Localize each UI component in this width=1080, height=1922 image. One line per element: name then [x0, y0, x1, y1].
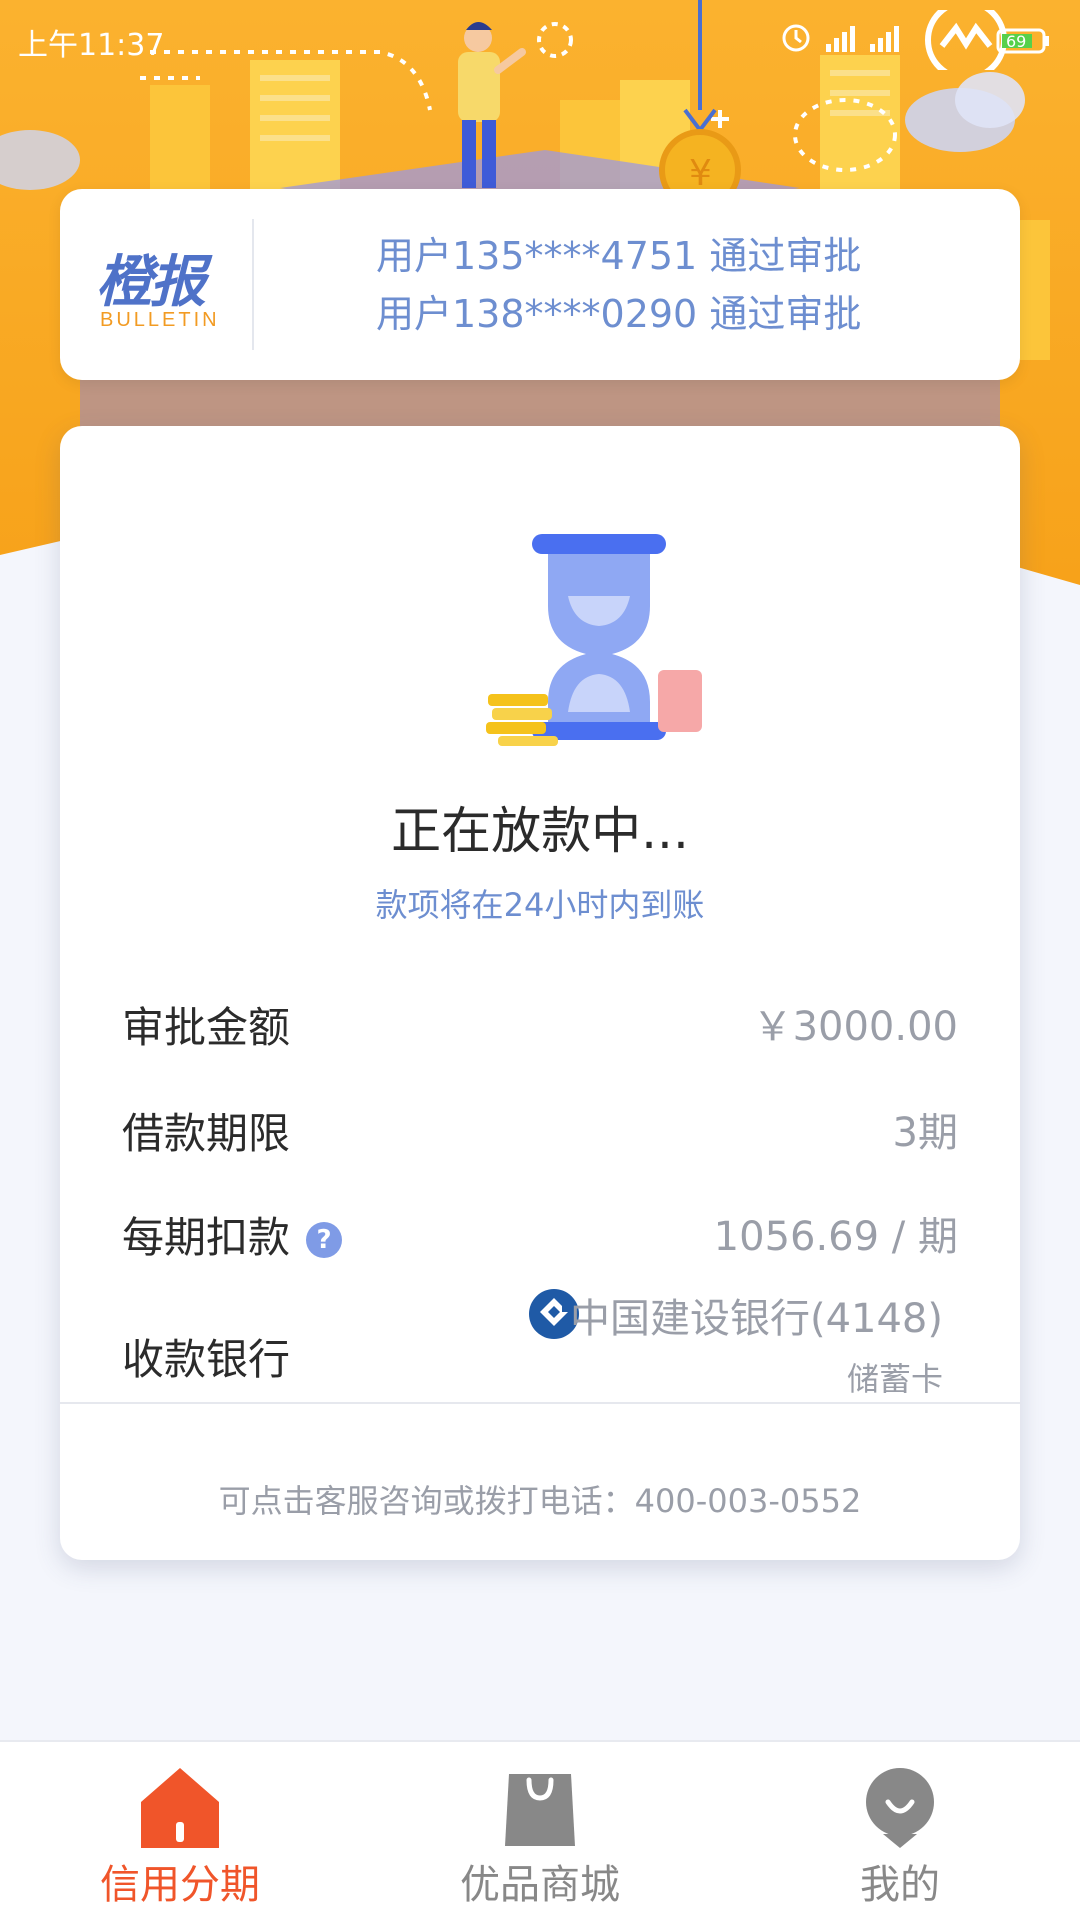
- bulletin-logo-subtitle: BULLETIN: [100, 309, 220, 331]
- bottom-tab-bar: 信用分期 优品商城 我的: [0, 1740, 1080, 1922]
- receiving-bank-row: 收款银行 中国建设银行(4148) 储蓄卡: [122, 1286, 958, 1416]
- installment-value: 1056.69 / 期: [713, 1214, 958, 1260]
- approved-amount-label: 审批金额: [122, 1003, 291, 1052]
- svg-text:¥: ¥: [689, 153, 712, 194]
- battery-level: 69: [1006, 32, 1026, 51]
- home-icon: [141, 1768, 219, 1848]
- approved-amount-value: ￥3000.00: [752, 1004, 958, 1050]
- profile-icon: [866, 1768, 934, 1848]
- loan-status-title: 正在放款中...: [391, 802, 689, 860]
- receiving-bank-label: 收款银行: [122, 1335, 291, 1384]
- bulletin-messages: 用户135****4751 通过审批 用户138****0290 通过审批: [376, 227, 861, 343]
- card-divider: [60, 1402, 1020, 1404]
- bulletin-message: 用户138****0290 通过审批: [376, 292, 862, 336]
- installment-row: 每期扣款? 1056.69 / 期: [122, 1204, 958, 1264]
- tab-label: 我的: [860, 1862, 940, 1908]
- installment-label-text: 每期扣款: [122, 1213, 291, 1262]
- loan-status-subtitle: 款项将在24小时内到账: [375, 886, 705, 924]
- tab-credit-installment[interactable]: 信用分期: [0, 1742, 360, 1922]
- bulletin-card[interactable]: 橙报 BULLETIN 用户135****4751 通过审批 用户138****…: [60, 189, 1020, 380]
- loan-term-label: 借款期限: [122, 1109, 291, 1158]
- customer-service-contact[interactable]: 可点击客服咨询或拨打电话：400-003-0552: [60, 1476, 1020, 1522]
- installment-label: 每期扣款?: [122, 1204, 343, 1265]
- signal-icon: [826, 26, 899, 52]
- bulletin-logo-title: 橙报: [96, 250, 206, 315]
- loan-term-value: 3期: [892, 1110, 958, 1156]
- tab-label: 优品商城: [460, 1862, 620, 1908]
- loan-term-row: 借款期限 3期: [122, 1100, 958, 1160]
- shopping-bag-icon: [505, 1774, 575, 1846]
- tab-my-account[interactable]: 我的: [720, 1742, 1080, 1922]
- bank-name: 中国建设银行(4148): [569, 1296, 943, 1342]
- bulletin-divider: [252, 219, 254, 350]
- tab-label: 信用分期: [100, 1862, 260, 1908]
- bulletin-logo: 橙报 BULLETIN: [96, 237, 256, 337]
- status-bar: 上午11:37 69: [0, 0, 1080, 81]
- hourglass-icon: [486, 534, 702, 746]
- bulletin-message: 用户135****4751 通过审批: [376, 234, 862, 278]
- status-time: 上午11:37: [18, 28, 165, 63]
- bank-card-type: 储蓄卡: [846, 1360, 943, 1398]
- tab-premium-mall[interactable]: 优品商城: [360, 1742, 720, 1922]
- loan-status-card: 正在放款中... 款项将在24小时内到账 审批金额 ￥3000.00 借款期限 …: [60, 426, 1020, 1560]
- approved-amount-row: 审批金额 ￥3000.00: [122, 994, 958, 1054]
- help-icon[interactable]: ?: [306, 1222, 343, 1258]
- status-icons: 69: [766, 0, 1066, 81]
